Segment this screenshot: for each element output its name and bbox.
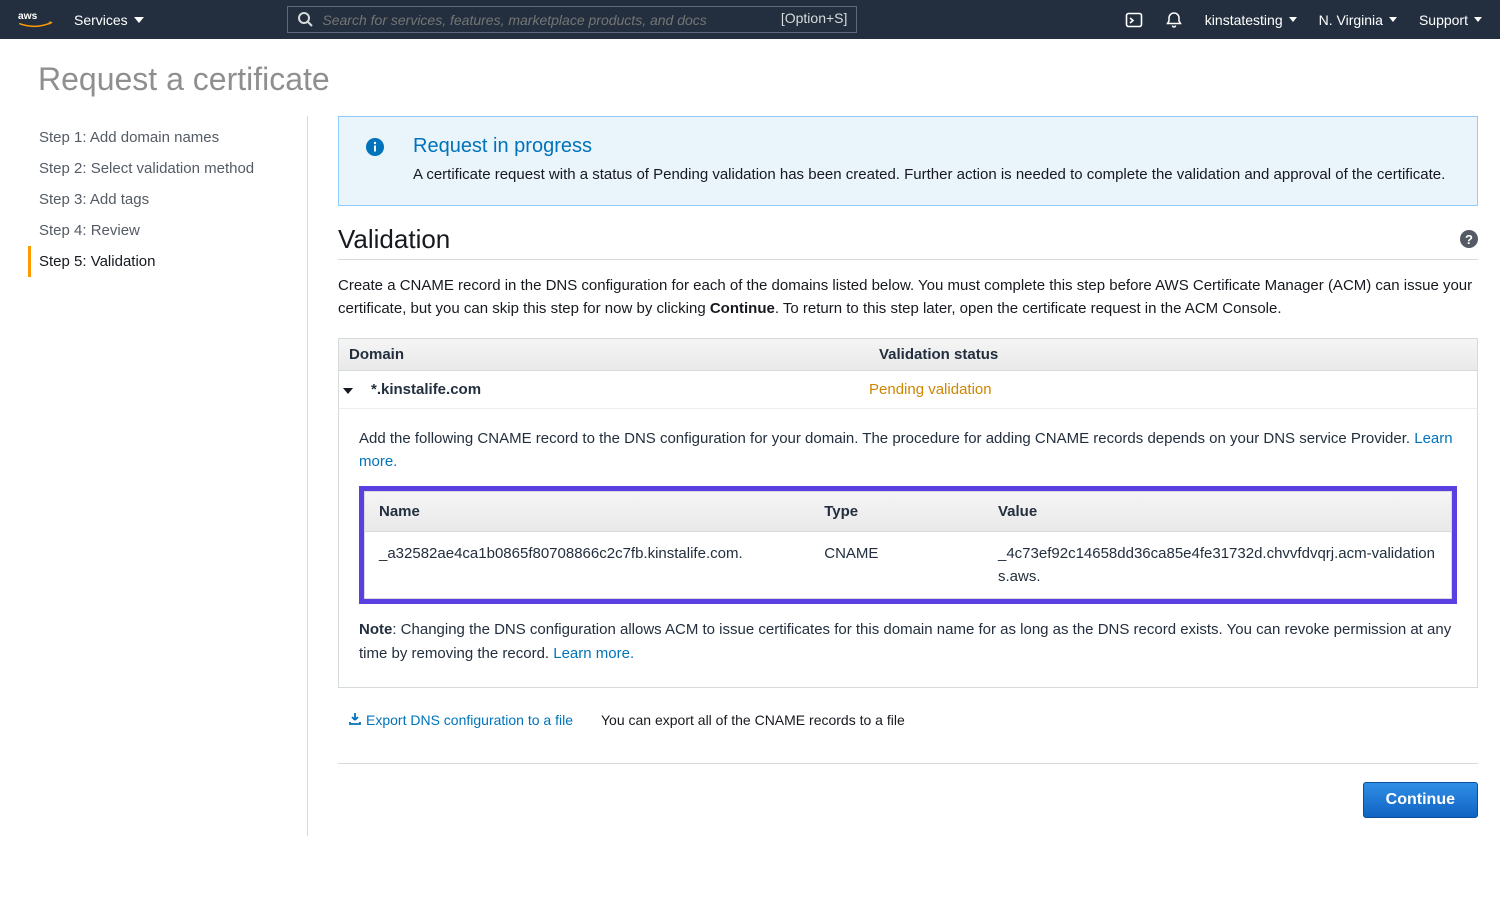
note-learn-more-link[interactable]: Learn more. [553,645,634,662]
section-title: Validation [338,224,450,255]
search-container: [Option+S] [287,6,857,33]
sidebar-step-4[interactable]: Step 4: Review [28,215,307,246]
info-alert: Request in progress A certificate reques… [338,116,1478,206]
caret-down-icon [1389,17,1397,22]
search-input[interactable] [287,6,857,33]
support-label: Support [1419,12,1468,28]
info-icon [365,137,385,160]
dns-type: CNAME [810,532,984,599]
region-menu[interactable]: N. Virginia [1319,12,1397,28]
dns-value: _4c73ef92c14658dd36ca85e4fe31732d.chvvfd… [984,532,1451,599]
domain-table-header: Domain Validation status [339,339,1477,371]
page-title: Request a certificate [0,39,1500,116]
domain-detail: Add the following CNAME record to the DN… [339,409,1477,687]
dns-table: Name Type Value _a32582ae4ca1b0865f80708… [364,491,1452,600]
aws-logo[interactable]: aws [18,9,54,31]
caret-down-icon [1474,17,1482,22]
domain-panel: Domain Validation status *.kinstalife.co… [338,338,1478,688]
search-icon [297,11,313,30]
notifications-icon[interactable] [1165,11,1183,29]
dns-row: _a32582ae4ca1b0865f80708866c2c7fb.kinsta… [365,532,1451,599]
account-label: kinstatesting [1205,12,1283,28]
account-menu[interactable]: kinstatesting [1205,12,1297,28]
dns-header-name: Name [365,492,810,532]
search-shortcut: [Option+S] [781,10,848,26]
svg-text:aws: aws [18,10,38,21]
dns-name: _a32582ae4ca1b0865f80708866c2c7fb.kinsta… [365,532,810,599]
footer: Continue [338,763,1478,836]
detail-text: Add the following CNAME record to the DN… [359,427,1457,474]
sidebar-step-2[interactable]: Step 2: Select validation method [28,153,307,184]
export-note: You can export all of the CNAME records … [601,712,905,728]
header-domain: Domain [349,346,879,363]
dns-header-type: Type [810,492,984,532]
domain-name: *.kinstalife.com [371,381,481,398]
caret-down-icon [134,17,144,23]
sidebar: Step 1: Add domain names Step 2: Select … [22,116,308,836]
cloudshell-icon[interactable] [1125,11,1143,29]
region-label: N. Virginia [1319,12,1383,28]
top-nav: aws Services [Option+S] kinstatesting N.… [0,0,1500,39]
section-description: Create a CNAME record in the DNS configu… [338,274,1478,321]
top-nav-right: kinstatesting N. Virginia Support [1125,11,1482,29]
services-label: Services [74,12,128,28]
export-row: Export DNS configuration to a file You c… [338,706,1478,735]
dns-record-highlight: Name Type Value _a32582ae4ca1b0865f80708… [359,486,1457,605]
sidebar-step-3[interactable]: Step 3: Add tags [28,184,307,215]
alert-body: A certificate request with a status of P… [413,164,1445,187]
continue-button[interactable]: Continue [1363,782,1478,818]
expand-caret-icon[interactable] [343,381,357,398]
validation-status: Pending validation [869,381,1467,398]
caret-down-icon [1289,17,1297,22]
main-content: Request in progress A certificate reques… [308,116,1478,836]
dns-header-value: Value [984,492,1451,532]
services-menu[interactable]: Services [74,12,144,28]
sidebar-step-1[interactable]: Step 1: Add domain names [28,122,307,153]
export-dns-link[interactable]: Export DNS configuration to a file [348,712,573,729]
help-icon[interactable]: ? [1460,230,1478,248]
support-menu[interactable]: Support [1419,12,1482,28]
alert-title: Request in progress [413,135,1445,158]
sidebar-step-5[interactable]: Step 5: Validation [28,246,307,277]
note-text: Note: Changing the DNS configuration all… [359,618,1457,665]
domain-row[interactable]: *.kinstalife.com Pending validation [339,371,1477,409]
header-status: Validation status [879,346,1467,363]
download-icon [348,712,362,729]
